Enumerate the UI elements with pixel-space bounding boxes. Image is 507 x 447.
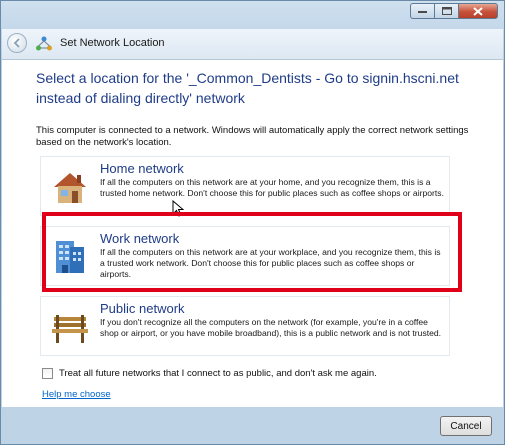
park-bench-icon <box>52 315 88 343</box>
maximize-icon <box>441 7 452 15</box>
close-button[interactable] <box>458 3 498 19</box>
maximize-button[interactable] <box>434 3 458 19</box>
network-icon <box>36 36 52 51</box>
set-network-location-window: Set Network Location Select a location f… <box>0 0 505 445</box>
home-network-title: Home network <box>100 161 184 176</box>
public-network-description: If you don't recognize all the computers… <box>100 317 442 338</box>
public-network-option[interactable]: Public network If you don't recognize al… <box>40 296 450 356</box>
back-button[interactable] <box>7 33 27 53</box>
help-me-choose-link[interactable]: Help me choose <box>42 389 111 400</box>
close-icon <box>473 6 483 16</box>
page-heading: Select a location for the '_Common_Denti… <box>36 70 459 106</box>
title-bar <box>1 1 504 29</box>
cancel-button[interactable]: Cancel <box>440 416 492 436</box>
house-icon <box>54 173 86 203</box>
back-arrow-icon <box>13 38 20 48</box>
intro-text: This computer is connected to a network.… <box>36 125 469 148</box>
home-network-description: If all the computers on this network are… <box>100 177 444 198</box>
window-title: Set Network Location <box>60 37 165 49</box>
home-network-option[interactable]: Home network If all the computers on thi… <box>40 156 450 216</box>
treat-as-public-checkbox[interactable] <box>42 368 53 379</box>
treat-as-public-row[interactable]: Treat all future networks that I connect… <box>42 368 377 379</box>
navigation-bar: Set Network Location <box>2 29 503 60</box>
minimize-button[interactable] <box>410 3 434 19</box>
treat-as-public-label: Treat all future networks that I connect… <box>59 368 377 379</box>
caption-buttons <box>410 3 498 19</box>
work-network-highlight <box>42 212 462 292</box>
minimize-icon <box>418 11 427 13</box>
public-network-title: Public network <box>100 301 185 316</box>
